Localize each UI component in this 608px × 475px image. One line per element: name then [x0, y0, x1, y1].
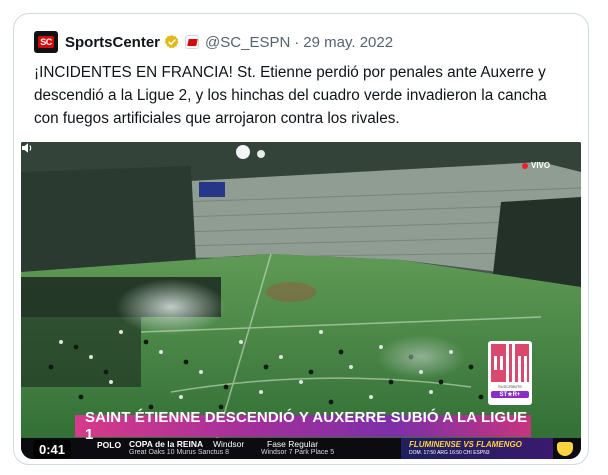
qr-code-icon — [491, 344, 529, 382]
video-player[interactable]: VIVO SUSCRIBITE ST★R+ SAINT ÉTIENNE DESC… — [21, 142, 581, 459]
verified-badge-icon — [164, 35, 179, 49]
affiliate-mark — [186, 38, 198, 46]
promo-schedule: DOM. 17:50 ARG 16:50 CHI ESPN3 — [409, 450, 490, 456]
tweet-header: SC SportsCenter @SC_ESPN · 29 may. 2022 — [34, 31, 393, 53]
live-dot-icon — [522, 162, 528, 169]
live-label: VIVO — [531, 161, 551, 170]
espn-affiliate-icon[interactable] — [185, 35, 200, 49]
headline-banner-text: SAINT ÉTIENNE DESCENDIÓ Y AUXERRE SUBIÓ … — [85, 409, 528, 443]
tweet-date[interactable]: 29 may. 2022 — [303, 34, 393, 51]
author-handle[interactable]: @SC_ESPN — [205, 34, 290, 51]
author-name[interactable]: SportsCenter — [65, 34, 160, 51]
separator-dot: · — [294, 33, 300, 51]
qr-promo: SUSCRIBITE ST★R+ — [488, 341, 532, 405]
video-time-pill: 0:41 — [33, 440, 72, 458]
headline-banner-text-wrap: SAINT ÉTIENNE DESCENDIÓ Y AUXERRE SUBIÓ … — [75, 409, 531, 443]
author-avatar[interactable]: SC — [34, 31, 58, 53]
ticker-result-2: Windsor 7 Park Place 5 — [261, 449, 335, 456]
speaker-icon[interactable] — [21, 142, 33, 154]
qr-brand: ST★R+ — [491, 391, 529, 398]
avatar-logo-text: SC — [38, 36, 54, 48]
tweet-text: ¡INCIDENTES EN FRANCIA! St. Etienne perd… — [34, 64, 547, 127]
tweet-card[interactable]: SC SportsCenter @SC_ESPN · 29 may. 2022 … — [13, 13, 589, 465]
qr-caption: SUSCRIBITE — [497, 384, 522, 389]
ticker-result-1: Great Oaks 10 Murus Sanctus 8 — [129, 449, 229, 456]
elapsed-time: 0:41 — [39, 441, 66, 457]
live-indicator: VIVO — [522, 161, 550, 170]
